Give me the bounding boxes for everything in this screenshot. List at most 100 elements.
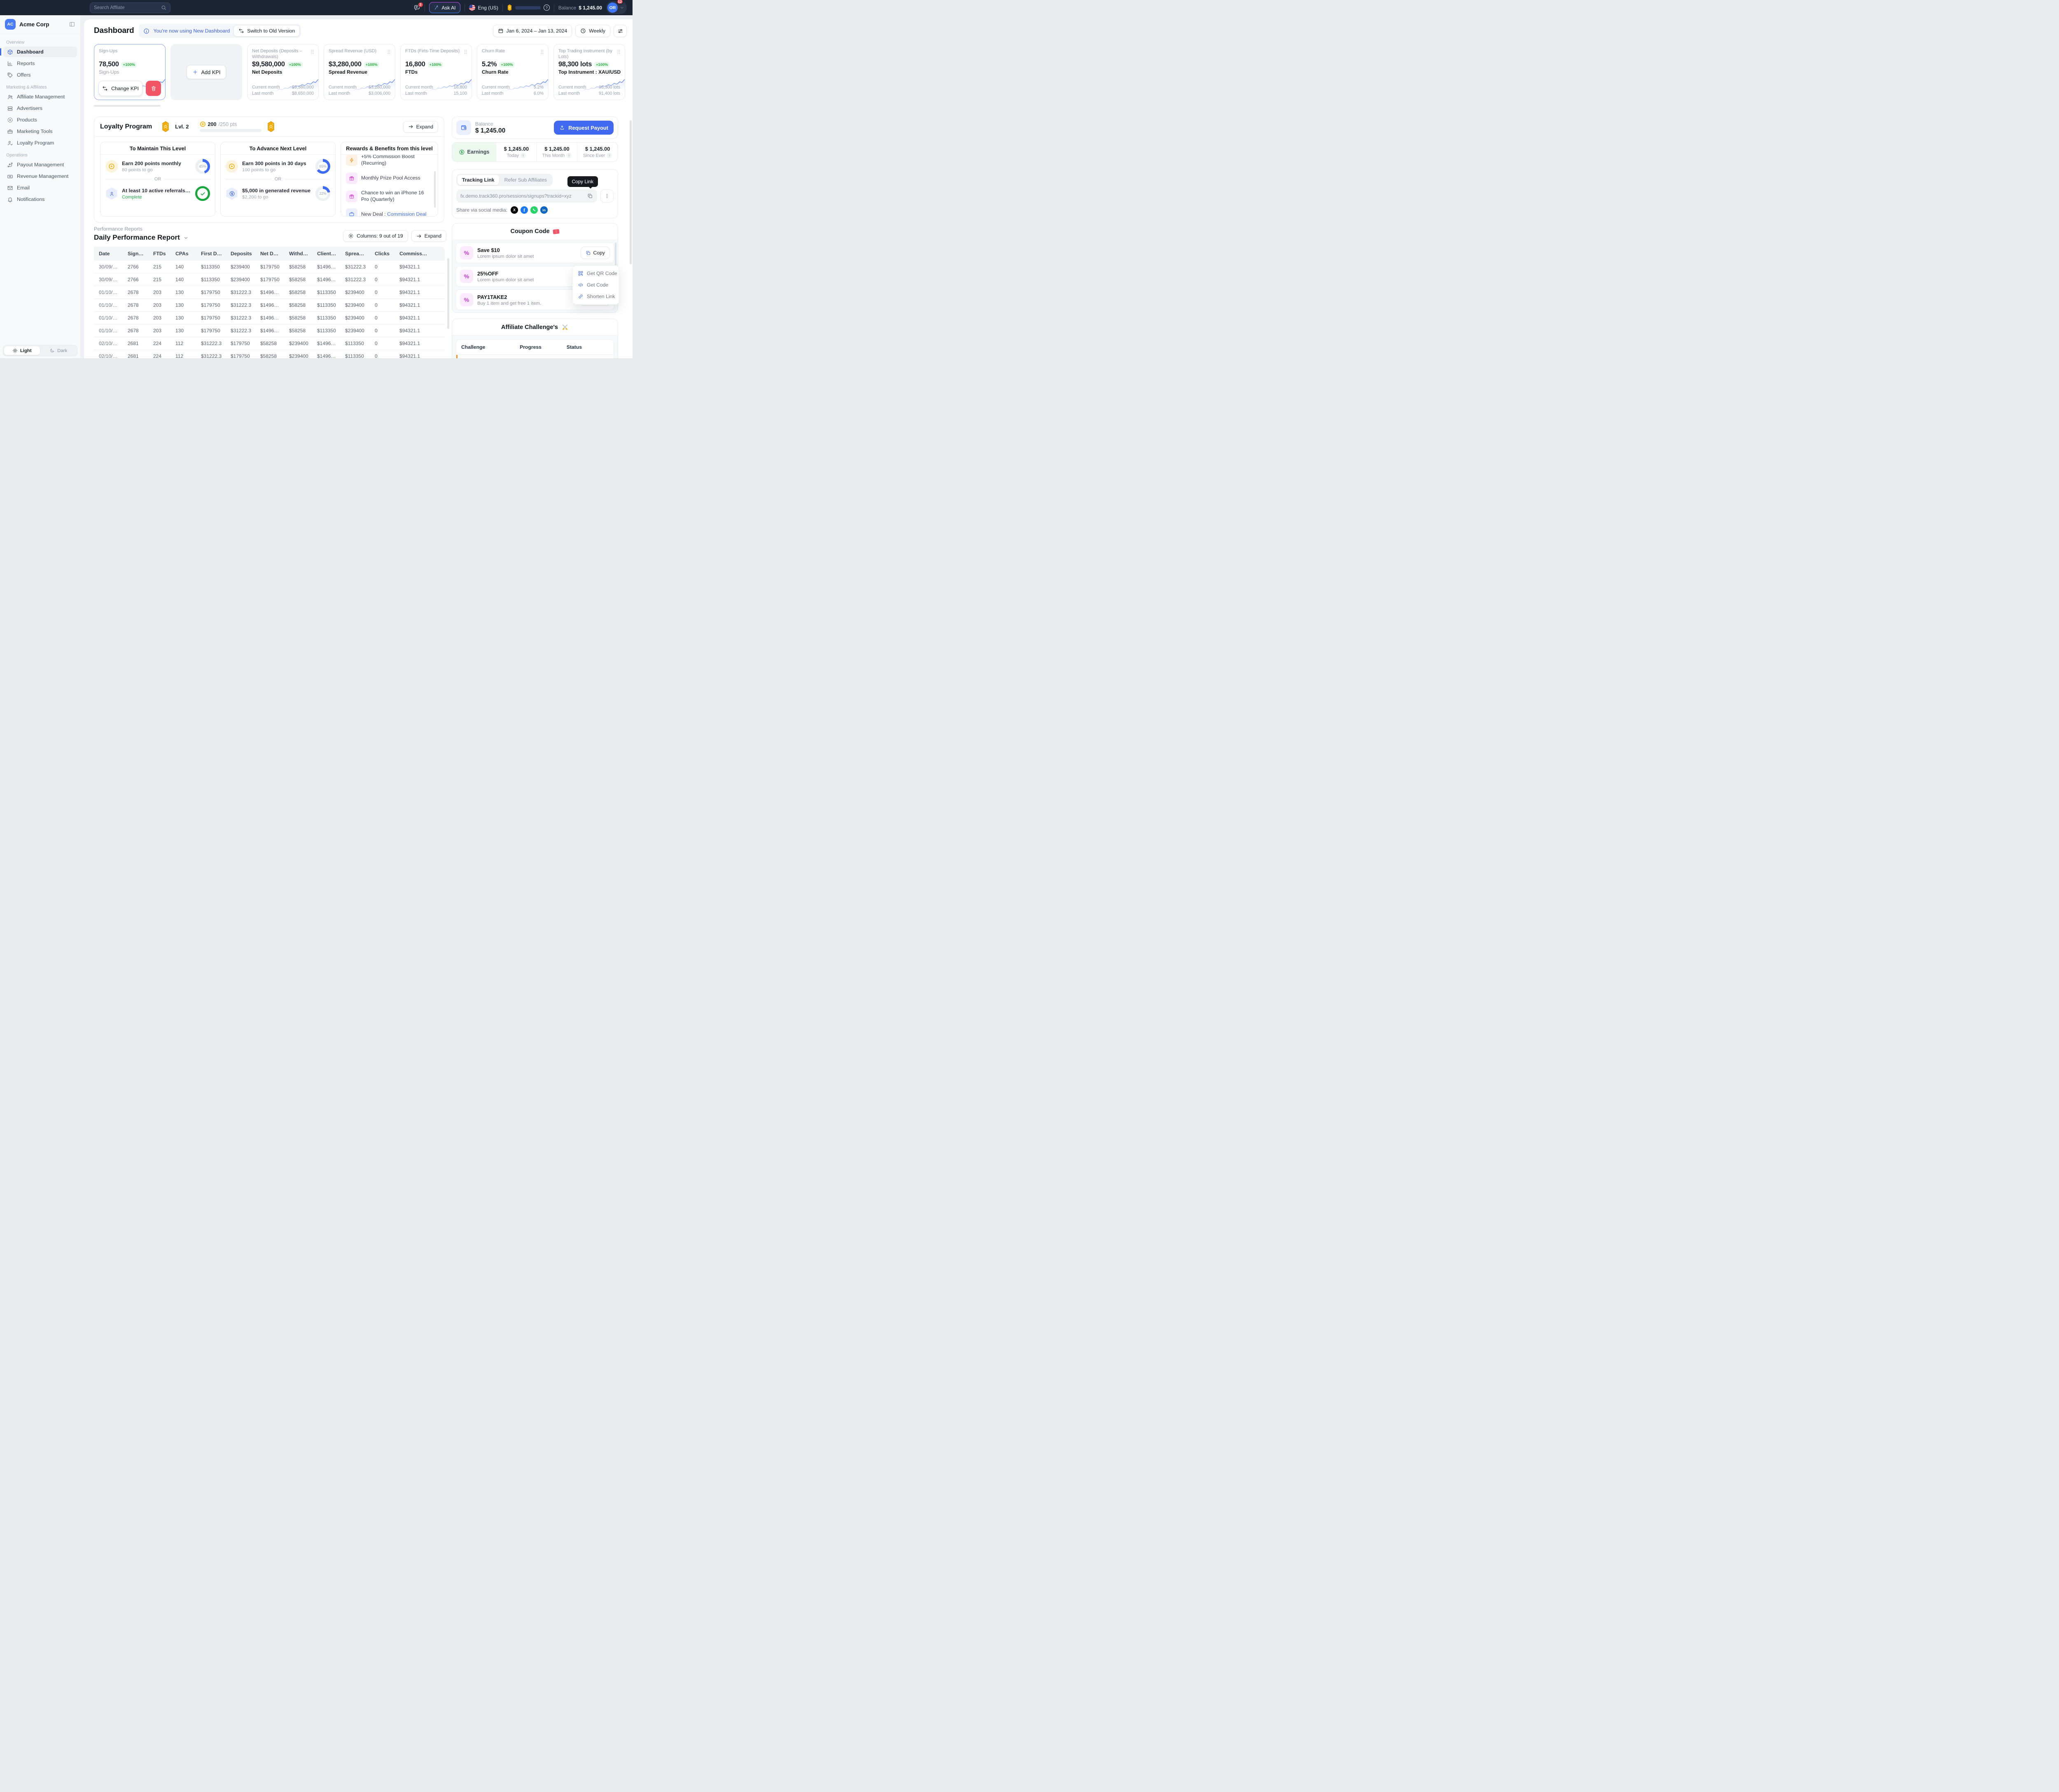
info-icon[interactable]: i — [566, 153, 572, 158]
loyalty-expand-button[interactable]: Expand — [403, 121, 438, 133]
info-icon[interactable]: i — [521, 153, 526, 158]
column-header[interactable]: SpreadUSD — [340, 247, 370, 261]
rewards-list[interactable]: +5% Commission Boost (Recurring) Monthly… — [341, 155, 438, 217]
sidebar-item-label: Marketing Tools — [17, 128, 53, 134]
drag-handle-icon[interactable] — [616, 49, 621, 55]
kpi-card-signups-selected[interactable]: Sign-Ups 78,500 +100% Sign-Ups Current m… — [94, 44, 166, 100]
earnings-ever-cell: $ 1,245.00 Since Everi — [577, 142, 618, 161]
sidebar-item-offers[interactable]: Offers — [3, 70, 77, 80]
tab-tracking-link[interactable]: Tracking Link — [458, 175, 499, 185]
share-facebook-icon[interactable]: f — [521, 206, 528, 214]
drag-handle-icon[interactable] — [387, 49, 391, 55]
request-payout-label: Request Payout — [568, 125, 608, 131]
add-kpi-button[interactable]: Add KPI — [187, 65, 226, 79]
column-header[interactable]: ClientPnl — [312, 247, 340, 261]
column-header[interactable]: Date — [94, 247, 123, 261]
coupon-code: PAY1TAKE2 — [477, 294, 577, 300]
cell-spread-usd: $113350 — [340, 350, 370, 359]
period-button[interactable]: Weekly — [575, 25, 610, 37]
menu-item-shorten-link[interactable]: Shorten Link — [575, 291, 617, 302]
share-linkedin-icon[interactable]: in — [540, 206, 548, 214]
column-header[interactable]: FTDs — [148, 247, 170, 261]
earnings-today-label: Today — [507, 153, 519, 158]
cell-date: 02/10/20… — [94, 350, 123, 359]
column-header[interactable]: Clicks — [370, 247, 395, 261]
sidebar-item-payout-management[interactable]: Payout Management — [3, 159, 77, 170]
report-expand-button[interactable]: Expand — [411, 230, 446, 242]
challenge-row[interactable]: 35% Copy Rate 2d left — [456, 355, 614, 358]
earnings-month-label: This Month — [542, 153, 565, 158]
sidebar-item-dashboard[interactable]: Dashboard — [3, 47, 77, 57]
date-range-button[interactable]: Jan 6, 2024 – Jan 13, 2024 — [493, 25, 572, 37]
theme-light-option[interactable]: Light — [4, 346, 40, 355]
theme-toggle[interactable]: Light Dark — [3, 345, 77, 356]
table-scrollbar[interactable] — [447, 258, 449, 329]
share-x-icon[interactable]: X — [511, 206, 518, 214]
sidebar-item-affiliate-management[interactable]: Affiliate Management — [3, 91, 77, 102]
collapse-sidebar-icon[interactable] — [69, 21, 75, 28]
sidebar-item-reports[interactable]: Reports — [3, 58, 77, 69]
change-kpi-button[interactable]: Change KPI — [98, 81, 142, 96]
sidebar-item-email[interactable]: Email — [3, 182, 77, 193]
cell-commission: $94321.1 — [395, 337, 445, 350]
filters-button[interactable] — [614, 25, 627, 37]
kpi-card[interactable]: Churn Rate 5.2% +100% Churn Rate Current… — [477, 44, 549, 100]
drag-handle-icon[interactable] — [463, 49, 468, 55]
column-header[interactable]: Withdra… — [284, 247, 312, 261]
page-scrollbar[interactable] — [630, 120, 632, 264]
drag-handle-icon[interactable] — [310, 49, 315, 55]
column-header[interactable]: First Dep… — [196, 247, 226, 261]
language-selector[interactable]: Eng (US) — [469, 5, 498, 11]
info-icon[interactable]: i — [607, 153, 612, 158]
sidebar-item-advertisers[interactable]: Advertisers — [3, 103, 77, 114]
theme-dark-option[interactable]: Dark — [41, 346, 77, 355]
copy-coupon-button[interactable]: Copy — [581, 247, 610, 259]
columns-button[interactable]: Columns: 9 out of 19 — [343, 230, 408, 242]
sidebar-item-notifications[interactable]: Notifications — [3, 194, 77, 205]
drag-handle-icon[interactable] — [540, 49, 544, 55]
loyalty-progress-widget[interactable]: ? — [507, 4, 550, 11]
link-options-button[interactable] — [600, 189, 614, 203]
org-switcher[interactable]: AC Acme Corp — [0, 15, 80, 34]
kpi-card[interactable]: FTDs (Firts-Time Deposits) 16,800 +100% … — [400, 44, 472, 100]
bell-icon — [7, 196, 13, 203]
kpi-value: 16,800 — [405, 61, 425, 68]
column-header[interactable]: Signups1 — [123, 247, 148, 261]
help-icon[interactable]: ? — [544, 5, 550, 11]
search-box[interactable] — [90, 2, 170, 13]
rewards-scrollbar[interactable] — [434, 171, 436, 208]
column-header[interactable]: CPAs — [170, 247, 196, 261]
sidebar-item-marketing-tools[interactable]: Marketing Tools — [3, 126, 77, 137]
chat-button[interactable]: 3 — [413, 4, 420, 11]
search-icon[interactable] — [161, 5, 166, 10]
sidebar-item-revenue-management[interactable]: Revenue Management — [3, 171, 77, 182]
kpi-horizontal-scrollbar[interactable] — [94, 105, 161, 107]
ask-ai-button[interactable]: Ask AI — [429, 2, 460, 13]
divider — [502, 4, 503, 12]
copy-link-icon[interactable] — [587, 193, 593, 199]
column-header[interactable]: Net Dep… — [255, 247, 284, 261]
column-header[interactable]: Commiss… — [395, 247, 445, 261]
share-whatsapp-icon[interactable] — [530, 206, 538, 214]
coin-icon — [105, 160, 118, 173]
menu-item-get-code[interactable]: Get Code — [575, 279, 617, 291]
user-menu[interactable]: OR 12 — [606, 1, 627, 14]
tab-refer-sub-affiliates[interactable]: Refer Sub Affiliates — [500, 175, 551, 185]
kpi-card[interactable]: Top Trading Instrument (by Lots) 98,300 … — [553, 44, 625, 100]
switch-old-version-button[interactable]: Switch to Old Version — [233, 25, 300, 37]
kpi-card[interactable]: Spread Revenue (USD) $3,280,000 +100% Sp… — [324, 44, 395, 100]
sidebar-item-loyalty-program[interactable]: Loyalty Program — [3, 138, 77, 148]
column-header[interactable]: Deposits — [226, 247, 255, 261]
search-input[interactable] — [94, 5, 161, 10]
sidebar-item-products[interactable]: Products — [3, 114, 77, 125]
cell-net-dep: $58258 — [255, 350, 284, 359]
delete-kpi-button[interactable] — [146, 81, 161, 96]
request-payout-button[interactable]: Request Payout — [554, 121, 614, 135]
tracking-link-field[interactable]: fx.demo.track360.pro/sessions/signups?tr… — [456, 189, 597, 203]
commission-deal-link[interactable]: Commission Deal — [387, 211, 427, 217]
menu-item-get-qr-code[interactable]: Get QR Code — [575, 268, 617, 279]
cell-deposits: $239400 — [226, 273, 255, 286]
kpi-card[interactable]: Net Deposits (Deposits – Withdrawals) $9… — [247, 44, 319, 100]
avatar[interactable]: OR — [607, 2, 618, 13]
main-content: Dashboard You're now using New Dashboard… — [84, 19, 633, 358]
